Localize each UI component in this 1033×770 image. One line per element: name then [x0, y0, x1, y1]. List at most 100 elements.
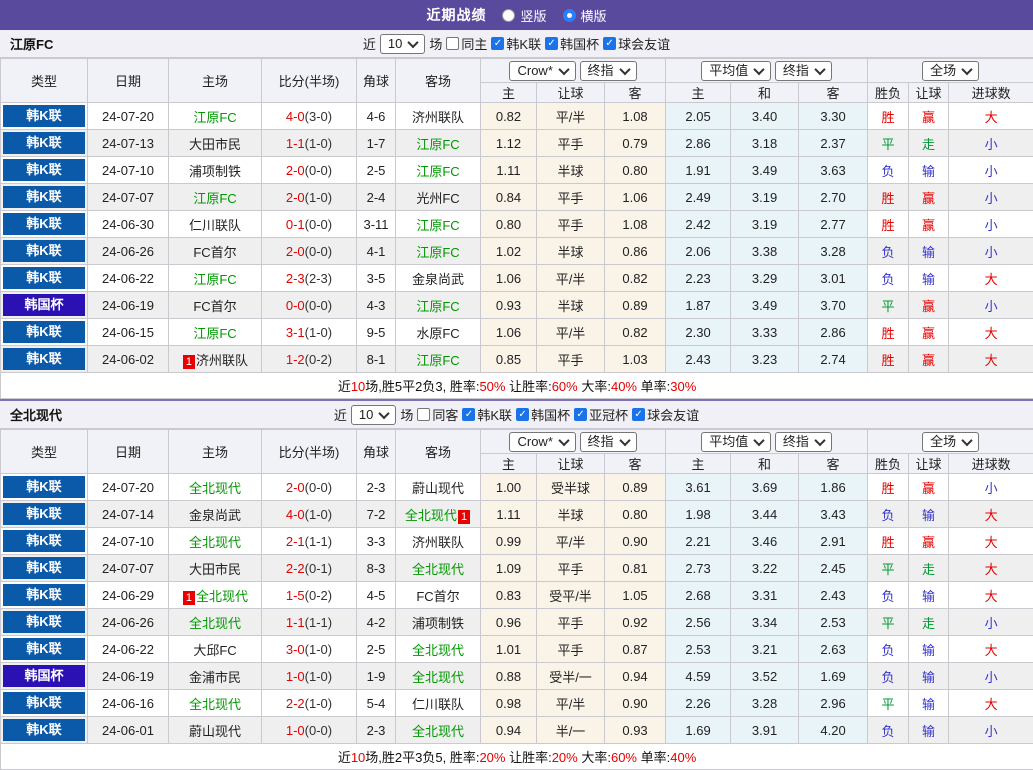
- filter-checkbox[interactable]: ✓球会友谊: [632, 405, 699, 424]
- col-score: 2-0(0-0): [262, 238, 357, 265]
- final-odds-select-2[interactable]: 终指: [775, 432, 832, 452]
- layout-radio-vertical[interactable]: 竖版: [502, 6, 546, 25]
- col-home-team[interactable]: 金泉尚武: [169, 501, 262, 528]
- col-result-goals: 大: [949, 636, 1033, 663]
- match-count-select[interactable]: 10: [380, 34, 425, 54]
- col-away-team[interactable]: 江原FC: [396, 211, 481, 238]
- final-odds-select-2[interactable]: 终指: [775, 61, 832, 81]
- team-name-text: 全北现代: [189, 481, 241, 496]
- col-away-team[interactable]: 江原FC: [396, 238, 481, 265]
- col-home-team[interactable]: 大邱FC: [169, 636, 262, 663]
- final-odds-select[interactable]: 终指: [580, 61, 637, 81]
- bookmaker-select[interactable]: Crow*: [509, 61, 575, 81]
- checkbox-label: 韩K联: [477, 405, 512, 424]
- col-avg-draw: 3.31: [731, 582, 799, 609]
- col-away-team[interactable]: 仁川联队: [396, 690, 481, 717]
- filter-checkbox[interactable]: 同主: [446, 34, 487, 53]
- col-home-team[interactable]: 江原FC: [169, 103, 262, 130]
- match-type-badge: 韩K联: [3, 638, 85, 660]
- col-home-team[interactable]: 1济州联队: [169, 346, 262, 373]
- col-home-team[interactable]: 江原FC: [169, 184, 262, 211]
- col-away-team[interactable]: 济州联队: [396, 103, 481, 130]
- col-away-team[interactable]: 全北现代: [396, 663, 481, 690]
- checked-checkbox-icon[interactable]: ✓: [574, 408, 587, 421]
- col-home-team[interactable]: FC首尔: [169, 292, 262, 319]
- col-result-goals: 大: [949, 690, 1033, 717]
- col-away-team[interactable]: 江原FC: [396, 346, 481, 373]
- bookmaker-select[interactable]: Crow*: [509, 432, 575, 452]
- col-away-team[interactable]: FC首尔: [396, 582, 481, 609]
- col-home-team[interactable]: 蔚山现代: [169, 717, 262, 744]
- col-home-team[interactable]: 江原FC: [169, 319, 262, 346]
- filter-checkbox[interactable]: ✓球会友谊: [603, 34, 670, 53]
- unchecked-checkbox-icon[interactable]: [417, 408, 430, 421]
- col-away-team[interactable]: 济州联队: [396, 528, 481, 555]
- col-home-team[interactable]: 全北现代: [169, 528, 262, 555]
- col-home-team[interactable]: 大田市民: [169, 130, 262, 157]
- col-home-team[interactable]: 全北现代: [169, 474, 262, 501]
- col-home-team[interactable]: 仁川联队: [169, 211, 262, 238]
- col-avg-home: 2.42: [666, 211, 731, 238]
- summary-segment: 大率:: [578, 379, 611, 394]
- score-halftime: (1-1): [305, 534, 332, 549]
- average-select[interactable]: 平均值: [701, 432, 771, 452]
- col-home-team[interactable]: 金浦市民: [169, 663, 262, 690]
- col-away-team[interactable]: 江原FC: [396, 130, 481, 157]
- unchecked-checkbox-icon[interactable]: [446, 37, 459, 50]
- checked-checkbox-icon[interactable]: ✓: [632, 408, 645, 421]
- filter-checkbox[interactable]: 同客: [417, 405, 458, 424]
- checked-checkbox-icon[interactable]: ✓: [462, 408, 475, 421]
- col-away-team[interactable]: 全北现代: [396, 636, 481, 663]
- scope-select[interactable]: 全场: [922, 432, 979, 452]
- filter-checkbox[interactable]: ✓亚冠杯: [574, 405, 628, 424]
- col-away-team[interactable]: 江原FC: [396, 157, 481, 184]
- col-away-team[interactable]: 金泉尚武: [396, 265, 481, 292]
- average-select[interactable]: 平均值: [701, 61, 771, 81]
- page-title: 近期战绩: [426, 5, 486, 25]
- col-odds-away: 1.05: [605, 582, 666, 609]
- col-away-team[interactable]: 全北现代: [396, 555, 481, 582]
- col-away-team[interactable]: 浦项制铁: [396, 609, 481, 636]
- checked-checkbox-icon[interactable]: ✓: [603, 37, 616, 50]
- col-home-team[interactable]: 全北现代: [169, 609, 262, 636]
- score-halftime: (0-1): [305, 561, 332, 576]
- score-fulltime: 0-0: [286, 298, 305, 313]
- layout-radio-horizontal[interactable]: 横版: [563, 6, 607, 25]
- col-away-team[interactable]: 蔚山现代: [396, 474, 481, 501]
- checked-checkbox-icon[interactable]: ✓: [545, 37, 558, 50]
- col-result-handicap: 输: [909, 663, 949, 690]
- col-home-team[interactable]: 浦项制铁: [169, 157, 262, 184]
- match-count-select[interactable]: 10: [351, 405, 396, 425]
- col-home-team[interactable]: 江原FC: [169, 265, 262, 292]
- score-fulltime: 2-0: [286, 163, 305, 178]
- col-home-team[interactable]: 1全北现代: [169, 582, 262, 609]
- team-name-text: 仁川联队: [189, 218, 241, 233]
- col-away-team[interactable]: 江原FC: [396, 292, 481, 319]
- radio-unchecked-icon[interactable]: [502, 9, 515, 22]
- col-away-team[interactable]: 全北现代1: [396, 501, 481, 528]
- final-odds-select[interactable]: 终指: [580, 432, 637, 452]
- col-away-team[interactable]: 光州FC: [396, 184, 481, 211]
- col-home-team[interactable]: FC首尔: [169, 238, 262, 265]
- col-score: 1-1(1-1): [262, 609, 357, 636]
- col-home-team[interactable]: 大田市民: [169, 555, 262, 582]
- subcol-handicap: 让球: [537, 83, 605, 103]
- filter-checkbox[interactable]: ✓韩K联: [462, 405, 512, 424]
- col-home-team[interactable]: 全北现代: [169, 690, 262, 717]
- col-away-team[interactable]: 全北现代: [396, 717, 481, 744]
- col-odds-handicap: 平手: [537, 184, 605, 211]
- col-away-team[interactable]: 水原FC: [396, 319, 481, 346]
- score-fulltime: 2-3: [286, 271, 305, 286]
- col-date: 24-07-10: [88, 157, 169, 184]
- checked-checkbox-icon[interactable]: ✓: [491, 37, 504, 50]
- filter-checkbox[interactable]: ✓韩国杯: [516, 405, 570, 424]
- checked-checkbox-icon[interactable]: ✓: [516, 408, 529, 421]
- col-odds-handicap: 平手: [537, 555, 605, 582]
- team-name-text: 全北现代: [189, 697, 241, 712]
- col-date: 24-06-16: [88, 690, 169, 717]
- radio-checked-icon[interactable]: [563, 9, 576, 22]
- scope-select[interactable]: 全场: [922, 61, 979, 81]
- filter-checkbox[interactable]: ✓韩K联: [491, 34, 541, 53]
- filter-checkbox[interactable]: ✓韩国杯: [545, 34, 599, 53]
- col-avg-draw: 3.33: [731, 319, 799, 346]
